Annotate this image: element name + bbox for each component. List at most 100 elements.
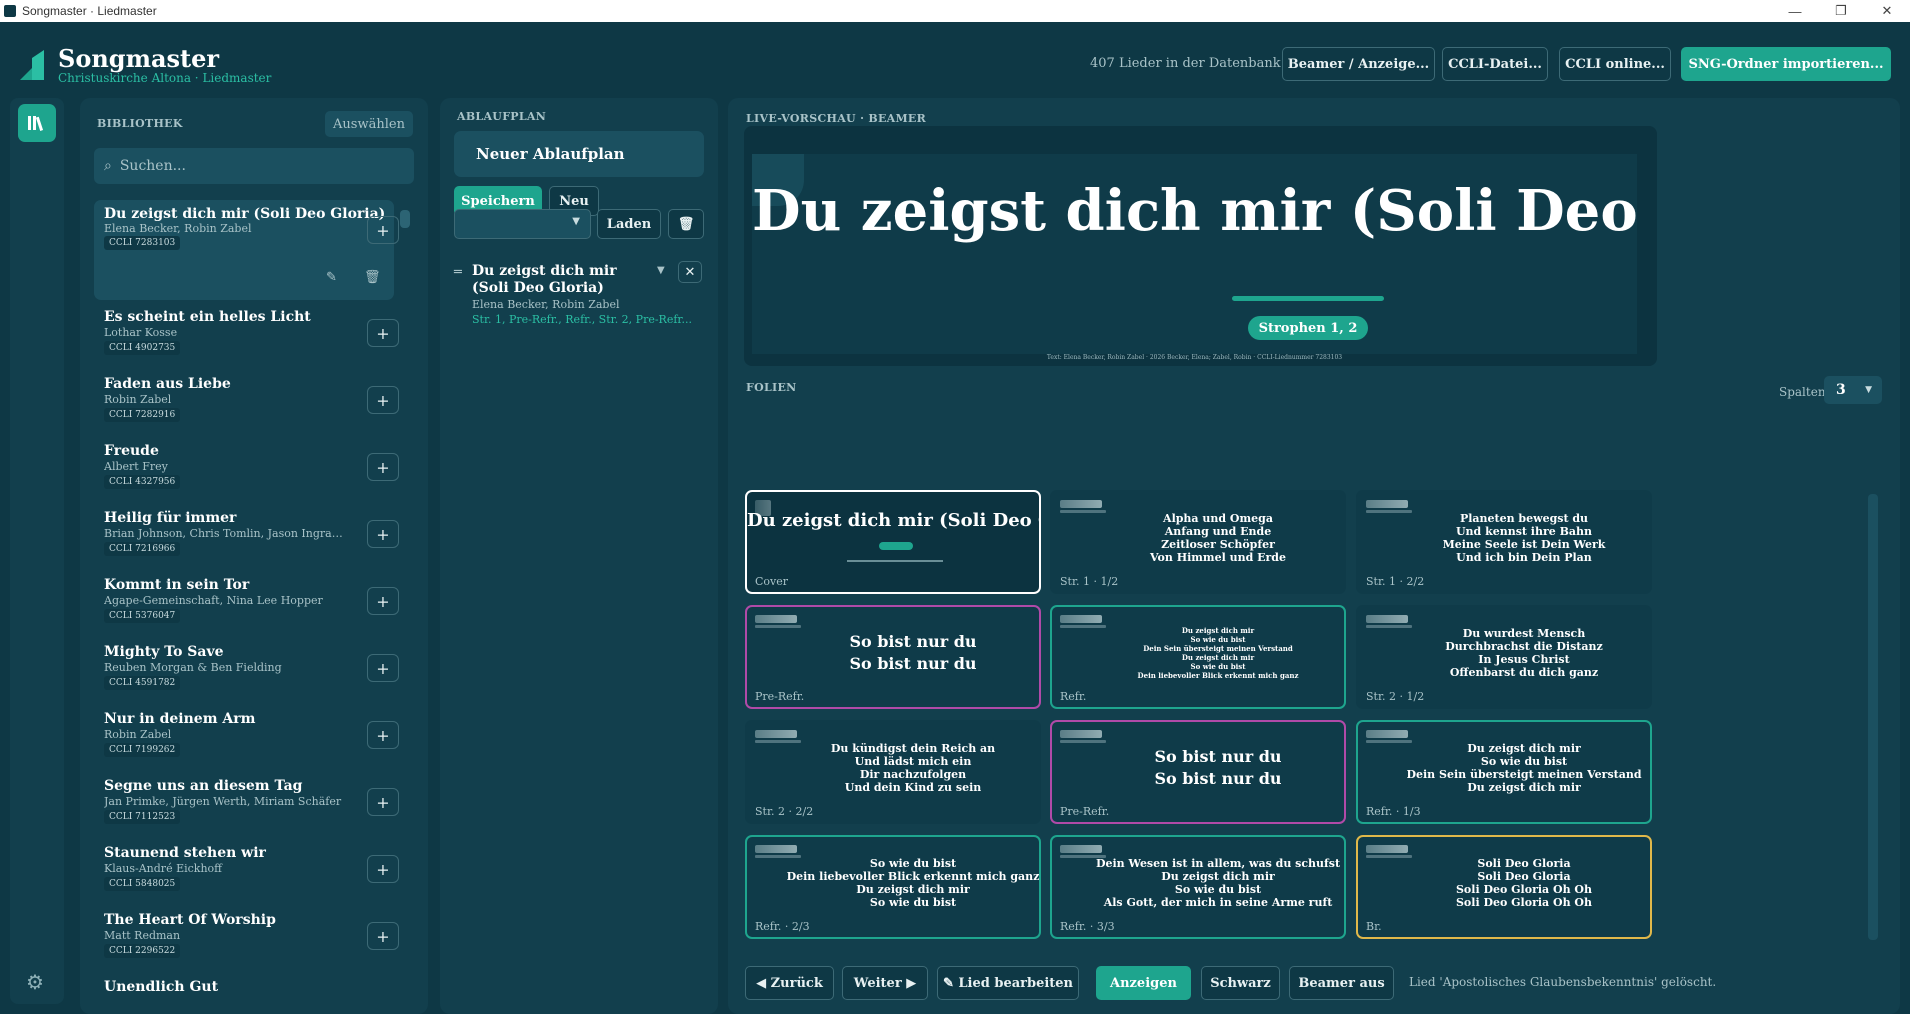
slide-line: Du zeigst dich mir bbox=[1467, 742, 1581, 755]
slides-scrollbar[interactable] bbox=[1868, 494, 1878, 940]
slide-thumb-header bbox=[1060, 500, 1102, 508]
add-to-setlist-button[interactable]: + bbox=[367, 216, 399, 244]
add-to-setlist-button[interactable]: + bbox=[367, 855, 399, 883]
ccli-online-button[interactable]: CCLI online... bbox=[1559, 47, 1671, 81]
add-to-setlist-button[interactable]: + bbox=[367, 319, 399, 347]
ccli-badge: CCLI 7112523 bbox=[104, 810, 181, 824]
slide-line: So wie du bist bbox=[1190, 662, 1246, 671]
slide-line: So wie du bist bbox=[1174, 883, 1262, 896]
setlist-item-title: Du zeigst dich mir bbox=[472, 263, 617, 279]
setlist-title: ABLAUFPLAN bbox=[457, 110, 547, 123]
ccli-badge: CCLI 5376047 bbox=[104, 609, 181, 623]
window-titlebar: Songmaster · Liedmaster — ❐ ✕ bbox=[0, 0, 1910, 22]
slide-card[interactable]: Planeten bewegst du Und kennst ihre Bahn M… bbox=[1356, 490, 1652, 594]
verses-badge: Strophen 1, 2 bbox=[1248, 316, 1368, 340]
columns-select[interactable]: 3 ▼ bbox=[1824, 376, 1882, 404]
list-item[interactable]: Freude Albert Frey CCLI 4327956 + bbox=[94, 443, 399, 493]
slide-line: Du zeigst dich mir bbox=[856, 883, 970, 896]
slide-card[interactable]: Soli Deo Gloria Soli Deo Gloria Soli Deo G… bbox=[1356, 835, 1652, 939]
setlist-name-input[interactable]: Neuer Ablaufplan bbox=[454, 131, 704, 177]
add-to-setlist-button[interactable]: + bbox=[367, 386, 399, 414]
slide-card[interactable]: Alpha und Omega Anfang und Ende Zeitloser … bbox=[1050, 490, 1346, 594]
slide-line: Von Himmel und Erde bbox=[1150, 551, 1286, 564]
slide-line: Und ich bin Dein Plan bbox=[1456, 551, 1592, 564]
slide-card[interactable]: Du wurdest Mensch Durchbrachst die Distan… bbox=[1356, 605, 1652, 709]
slide-line: Offenbarst du dich ganz bbox=[1449, 666, 1599, 679]
add-to-setlist-button[interactable]: + bbox=[367, 721, 399, 749]
slide-thumb-subheader bbox=[1060, 625, 1106, 628]
sng-import-button[interactable]: SNG-Ordner importieren... bbox=[1681, 47, 1891, 81]
add-to-setlist-button[interactable]: + bbox=[367, 587, 399, 615]
beamer-off-button[interactable]: Beamer aus bbox=[1289, 966, 1394, 1000]
previous-button[interactable]: ◀ Zurück bbox=[745, 966, 834, 1000]
delete-setlist-button[interactable]: 🗑 bbox=[668, 209, 704, 239]
setlist-item-title-2: (Soli Deo Gloria) bbox=[472, 280, 604, 296]
slide-lines: So wie du bist Dein liebevoller Blick erk… bbox=[787, 851, 1039, 915]
add-to-setlist-button[interactable]: + bbox=[367, 654, 399, 682]
song-title: Kommt in sein Tor bbox=[104, 577, 250, 593]
delete-trash-icon[interactable]: 🗑 bbox=[364, 270, 381, 285]
song-title: Staunend stehen wir bbox=[104, 845, 266, 861]
ccli-badge: CCLI 7199262 bbox=[104, 743, 181, 757]
load-button[interactable]: Laden bbox=[597, 209, 661, 239]
slide-card[interactable]: So wie du bist Dein liebevoller Blick erk… bbox=[745, 835, 1041, 939]
chevron-down-icon[interactable]: ▼ bbox=[657, 265, 665, 276]
song-artist: Brian Johnson, Chris Tomlin, Jason Ingra… bbox=[104, 527, 349, 540]
slide-card[interactable]: So bist nur du So bist nur du Pre-Refr. bbox=[745, 605, 1041, 709]
list-item[interactable]: Es scheint ein helles Licht Lothar Kosse… bbox=[94, 309, 399, 359]
window-title: Songmaster · Liedmaster bbox=[22, 4, 157, 18]
slide-line: So wie du bist bbox=[869, 896, 957, 909]
beamer-display-button[interactable]: Beamer / Anzeige... bbox=[1282, 47, 1435, 81]
cover-title: Du zeigst dich mir (Soli Deo Gloria) bbox=[747, 510, 1039, 531]
list-item[interactable]: Unendlich Gut bbox=[94, 979, 394, 1009]
drag-handle-icon[interactable]: ═ bbox=[454, 265, 462, 280]
slide-card[interactable]: Du kündigst dein Reich an Und lädst mich … bbox=[745, 720, 1041, 824]
slide-card-cover[interactable]: Du zeigst dich mir (Soli Deo Gloria) Cov… bbox=[745, 490, 1041, 594]
add-to-setlist-button[interactable]: + bbox=[367, 788, 399, 816]
remove-item-button[interactable]: ✕ bbox=[678, 261, 702, 283]
edit-pencil-icon[interactable]: ✎ bbox=[326, 270, 337, 285]
slide-line: Dein Sein übersteigt meinen Verstand bbox=[1406, 768, 1642, 781]
edit-song-button[interactable]: ✎ Lied bearbeiten bbox=[937, 966, 1079, 1000]
slide-card[interactable]: Du zeigst dich mir So wie du bist Dein Sei… bbox=[1356, 720, 1652, 824]
slide-line: Dein liebevoller Blick erkennt mich ganz bbox=[786, 870, 1040, 883]
show-button[interactable]: Anzeigen bbox=[1096, 966, 1191, 1000]
slide-line: Du zeigst dich mir bbox=[1181, 626, 1255, 635]
list-item[interactable]: Nur in deinem Arm Robin Zabel CCLI 71992… bbox=[94, 711, 399, 761]
ccli-file-button[interactable]: CCLI-Datei... bbox=[1442, 47, 1548, 81]
list-item[interactable]: Faden aus Liebe Robin Zabel CCLI 7282916… bbox=[94, 376, 399, 426]
list-item[interactable]: Heilig für immer Brian Johnson, Chris To… bbox=[94, 510, 399, 560]
song-artist: Reuben Morgan & Ben Fielding bbox=[104, 661, 282, 674]
settings-gear-icon[interactable]: ⚙ bbox=[26, 970, 44, 994]
slide-card[interactable]: So bist nur du So bist nur du Pre-Refr. bbox=[1050, 720, 1346, 824]
library-scrollbar[interactable] bbox=[400, 210, 410, 228]
add-to-setlist-button[interactable]: + bbox=[367, 520, 399, 548]
ccli-badge: CCLI 2296522 bbox=[104, 944, 181, 958]
select-button[interactable]: Auswählen bbox=[325, 111, 413, 137]
list-item[interactable]: Mighty To Save Reuben Morgan & Ben Field… bbox=[94, 644, 399, 694]
maximize-button[interactable]: ❐ bbox=[1818, 0, 1864, 22]
song-artist: Robin Zabel bbox=[104, 393, 172, 406]
slide-thumb-subheader bbox=[1366, 855, 1412, 858]
close-window-button[interactable]: ✕ bbox=[1864, 0, 1910, 22]
search-input[interactable]: ⌕ Suchen... bbox=[94, 148, 414, 184]
list-item[interactable]: Du zeigst dich mir (Soli Deo Gloria) Ele… bbox=[94, 200, 399, 300]
list-item[interactable]: Kommt in sein Tor Agape-Gemeinschaft, Ni… bbox=[94, 577, 399, 627]
slide-line: So bist nur du bbox=[849, 654, 977, 673]
slide-line: Und dein Kind zu sein bbox=[844, 781, 982, 794]
library-icon[interactable] bbox=[18, 104, 56, 142]
black-screen-button[interactable]: Schwarz bbox=[1201, 966, 1280, 1000]
slide-card[interactable]: Dein Wesen ist in allem, was du schufst D… bbox=[1050, 835, 1346, 939]
slide-card[interactable]: Du zeigst dich mir So wie du bist Dein Sei… bbox=[1050, 605, 1346, 709]
add-to-setlist-button[interactable]: + bbox=[367, 922, 399, 950]
status-message: Lied 'Apostolisches Glaubensbekenntnis' … bbox=[1409, 975, 1717, 989]
minimize-button[interactable]: — bbox=[1772, 0, 1818, 22]
list-item[interactable]: The Heart Of Worship Matt Redman CCLI 22… bbox=[94, 912, 399, 962]
slide-lines: Planeten bewegst du Und kennst ihre Bahn M… bbox=[1408, 506, 1640, 570]
list-item[interactable]: Segne uns an diesem Tag Jan Primke, Jürg… bbox=[94, 778, 399, 828]
next-button[interactable]: Weiter ▶ bbox=[842, 966, 928, 1000]
add-to-setlist-button[interactable]: + bbox=[367, 453, 399, 481]
list-item[interactable]: Staunend stehen wir Klaus-André Eickhoff… bbox=[94, 845, 399, 895]
setlist-dropdown[interactable]: ▼ bbox=[454, 209, 591, 239]
slide-line: Soli Deo Gloria Oh Oh bbox=[1455, 896, 1592, 909]
